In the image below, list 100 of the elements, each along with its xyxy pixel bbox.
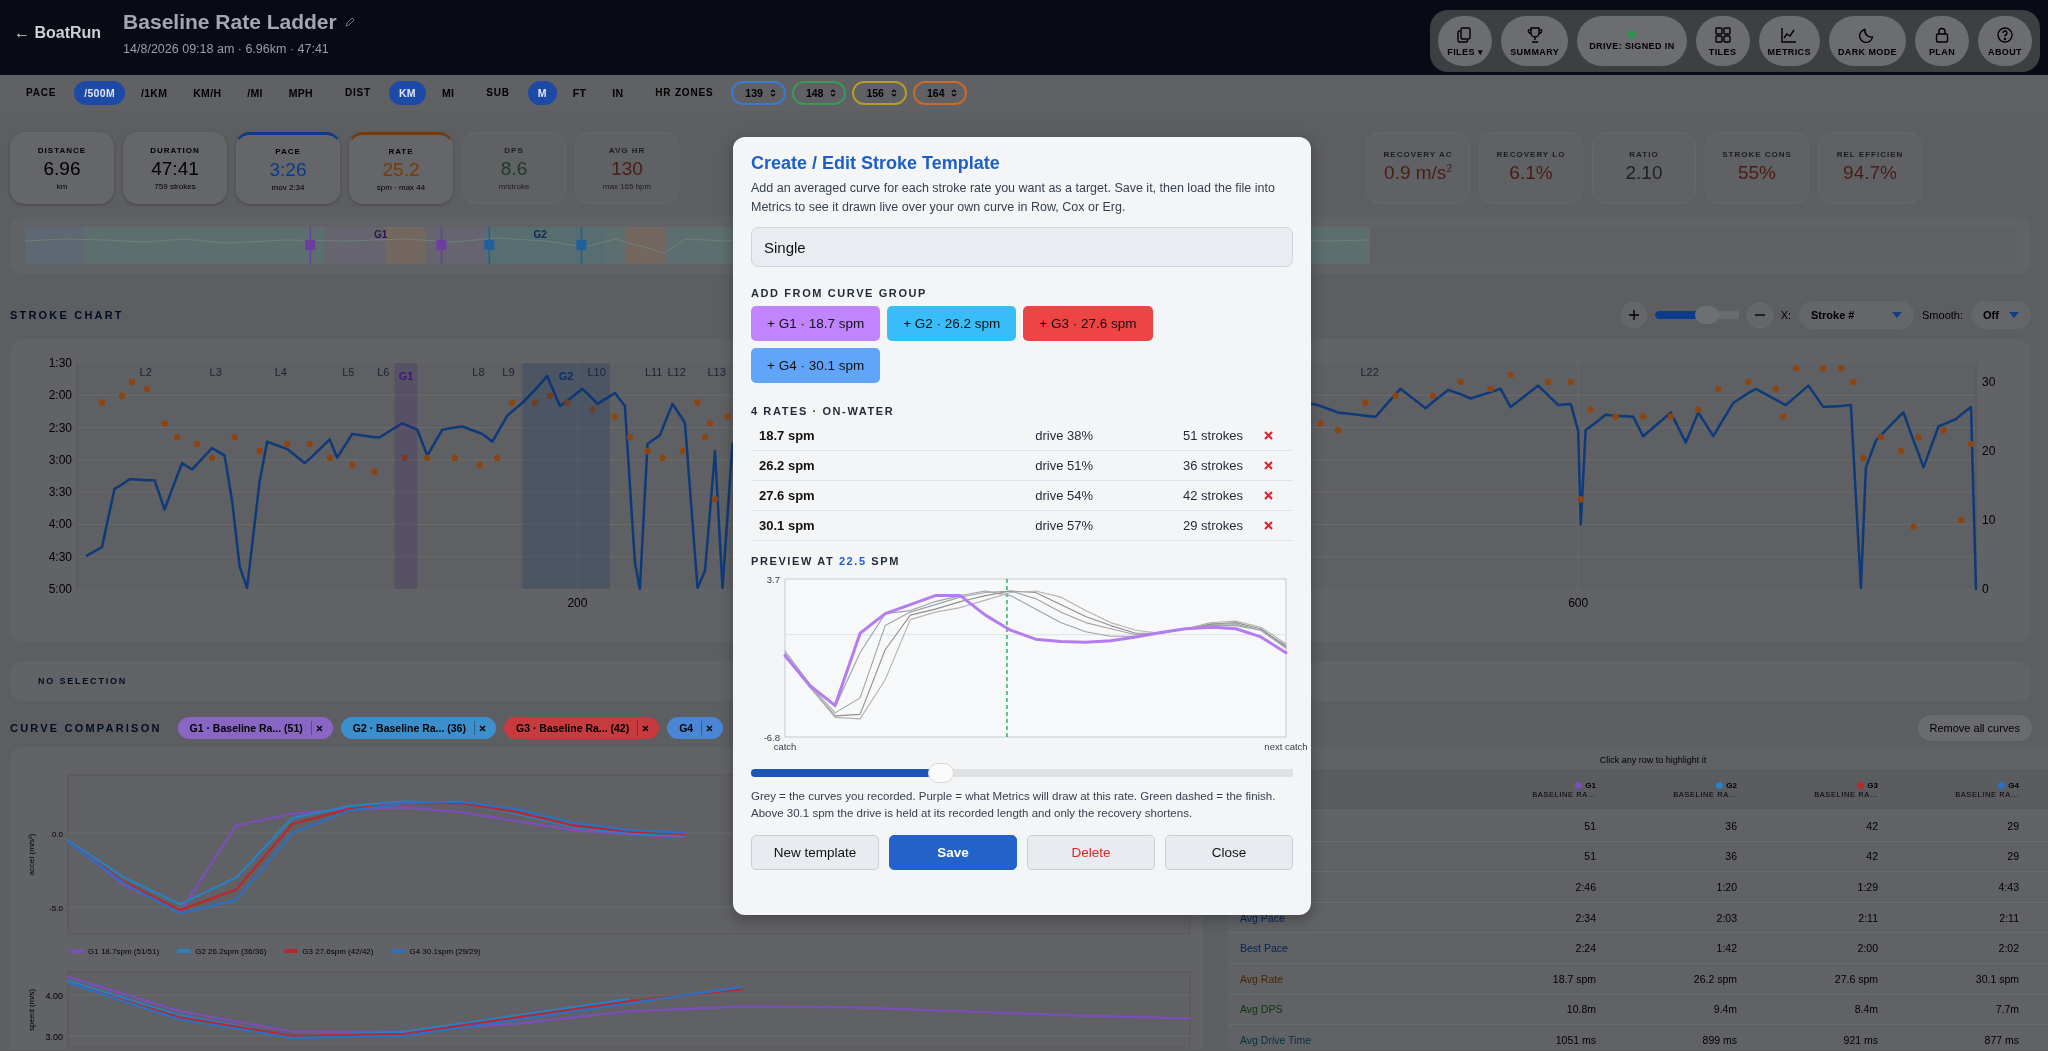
axis-tick-label: next catch [1264,741,1308,752]
table-cell-text: 30.1 spm [1974,972,2019,985]
legend-label: G1 18.7spm (51/51) [88,946,160,956]
table-cell-text: 877 ms [1983,1033,2019,1046]
table-cell-text: 7.7m [1994,1003,2019,1016]
legend-label: G2 26.2spm (36/36) [195,946,267,956]
tile-label: AVG HR [608,145,646,155]
field-label: Smooth: [1922,309,1963,321]
table-cell-text: 10.8m [1565,1003,1596,1016]
axis-tick-label: 0.0 [51,829,63,839]
tile-label: DURATION [150,145,200,155]
column-title: G4 [2008,780,2019,790]
tile-value: 6.1% [1509,162,1553,184]
table-cell-text: 9.4m [1712,1003,1737,1016]
lap-label: L2 [139,366,152,378]
tile-subtext: m/stroke [498,181,530,191]
legend-label: G3 27.6spm (42/42) [302,946,374,956]
rate-value: 30.1 spm [759,518,816,533]
tile-value: 3:26 [269,158,307,181]
table-cell-text: 2:02 [1997,942,2019,955]
tile-subtext: mov 2:34 [271,182,305,192]
dialog-note: Grey = the curves you recorded. Purple = what Metrics will draw at this rate. Green dashed = the finish. Above 30.1 spm the drive is held at its recorded length and only the recovery shortens. [751,789,1277,821]
table-cell-text: 2:24 [1574,942,1596,955]
axis-tick-label: -6.8 [763,732,780,743]
table-cell-text: 29 [2006,819,2019,832]
section-title: CURVE COMPARISON [10,722,162,734]
axis-tick-label: 0 [1982,582,1989,596]
chip-label: G2 · Baseline Ra... (36) [352,722,466,734]
axis-tick-label: 200 [567,596,588,610]
drive-share: drive 38% [1034,428,1093,443]
table-hint: Click any row to highlight it [1598,755,1708,767]
axis-tick-label: 3:00 [48,452,72,467]
stroke-count: 36 strokes [1182,458,1243,473]
lap-label: L22 [1360,366,1379,378]
table-cell-text: 1:20 [1715,881,1737,893]
rate-value: 27.6 spm [759,488,816,503]
session-subtitle: 14/8/2026 09:18 am · 6.96km · 47:41 [123,42,330,56]
table-cell-text: 18.7 spm [1551,972,1596,985]
table-cell-text: 2:34 [1574,911,1596,924]
dialog-title: Create / Edit Stroke Template [751,152,1001,175]
table-cell-text: 26.2 spm [1692,972,1737,985]
axis-tick-label: 4.00 [45,991,63,1002]
axis-tick-label: 4:00 [48,517,72,532]
unit-group-label: PACE [26,87,57,98]
table-cell-text: 1:29 [1856,881,1878,893]
table-cell-text: 1051 ms [1554,1033,1596,1046]
table-cell-text: 36 [1724,850,1737,863]
chip-label: G4 [679,722,694,734]
table-cell-text: 42 [1865,819,1878,832]
tile-value: 130 [611,157,643,180]
table-cell-text: 4:43 [1997,881,2019,893]
table-cell-text: 1:42 [1715,942,1737,955]
field-label: X: [1780,309,1792,321]
unit-group-label: DIST [345,87,371,98]
axis-tick-label: 4:30 [48,549,72,564]
axis-tick-label: -5.0 [49,904,63,914]
column-title: G3 [1867,780,1878,790]
section-title: STROKE CHART [10,309,124,321]
table-cell-text: 42 [1865,850,1878,863]
tile-subtext: km [56,181,68,191]
lap-label: L6 [377,366,390,378]
axis-title: accel (m/s²) [27,833,36,876]
table-cell-text: 51 [1583,850,1596,863]
table-cell-text: 51 [1583,819,1596,832]
selection-status: NO SELECTION [38,676,128,686]
chip-label: G1 · Baseline Ra... (51) [189,722,303,734]
tile-subtext: 759 strokes [154,181,196,191]
table-cell-text: 2:00 [1856,942,1878,955]
axis-tick-label: 3.00 [45,1031,63,1042]
legend-label: G4 30.1spm (29/29) [409,946,481,956]
table-cell-text: 29 [2006,850,2019,863]
axis-tick-label: 600 [1568,596,1589,610]
session-title: Baseline Rate Ladder [123,10,337,34]
drive-share: drive 57% [1034,518,1093,533]
axis-title: speed (m/s) [27,988,36,1032]
table-cell-text: 2:03 [1715,911,1737,924]
rate-value: 26.2 spm [759,458,816,473]
axis-tick-label: 3:30 [48,485,72,500]
lap-label: L12 [667,366,686,378]
axis-tick-label: 30 [1982,375,1996,389]
axis-tick-label: 2:00 [48,388,72,403]
stroke-count: 42 strokes [1182,488,1243,503]
table-cell-text: 27.6 spm [1833,972,1878,985]
tile-label: REL EFFICIEN [1836,150,1904,159]
group-label: G2 [558,370,574,382]
lap-label: L13 [707,366,726,378]
table-cell-text: 2:46 [1574,881,1596,893]
tile-label: DISTANCE [37,145,87,155]
unit-group-label: SUB [486,87,510,98]
lap-label: L11 [644,366,663,378]
table-cell-text: 36 [1724,819,1737,832]
unit-group-label: HR ZONES [655,87,714,98]
tile-value: 55% [1738,162,1776,184]
tile-value: 8.6 [500,157,528,180]
rate-value: 18.7 spm [759,428,816,443]
axis-tick-label: 1:30 [48,356,72,370]
axis-tick-label: 20 [1982,444,1996,458]
axis-tick-label: 5:00 [48,582,72,596]
stroke-count: 29 strokes [1182,518,1243,533]
axis-tick-label: 3.7 [766,574,780,585]
